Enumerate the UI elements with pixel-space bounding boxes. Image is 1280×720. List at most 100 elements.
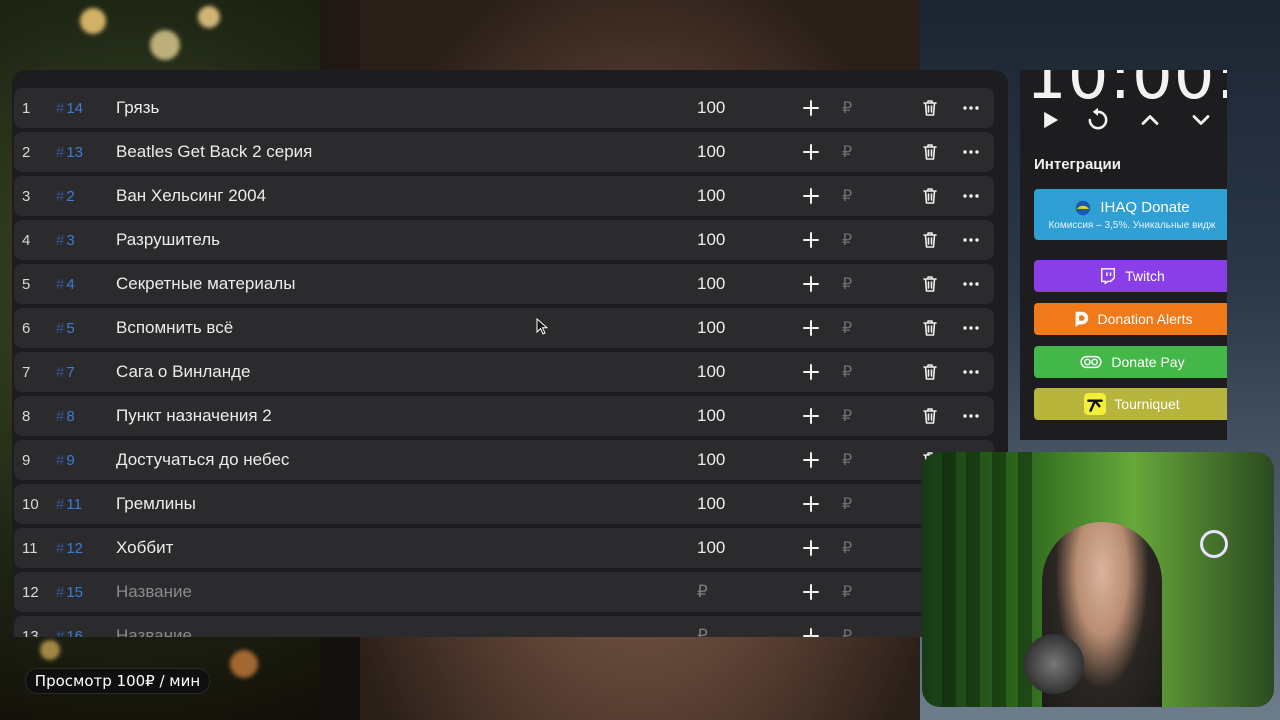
row-title[interactable]: Вспомнить всё: [116, 318, 676, 338]
row-amount[interactable]: 100: [697, 274, 747, 294]
row-amount[interactable]: 100: [697, 406, 747, 426]
queue-row[interactable]: 11 #12 Хоббит 100 ₽: [14, 528, 994, 568]
add-amount-icon[interactable]: [801, 626, 821, 637]
row-amount[interactable]: 100: [697, 494, 747, 514]
row-amount[interactable]: 100: [697, 230, 747, 250]
row-title[interactable]: Пункт назначения 2: [116, 406, 676, 426]
add-amount-icon[interactable]: [801, 582, 821, 602]
trash-icon[interactable]: [920, 362, 940, 382]
row-id[interactable]: #7: [56, 364, 106, 381]
row-amount[interactable]: 100: [697, 318, 747, 338]
row-title[interactable]: Ван Хельсинг 2004: [116, 186, 676, 206]
queue-row[interactable]: 1 #14 Грязь 100 ₽: [14, 88, 994, 128]
row-title[interactable]: Хоббит: [116, 538, 676, 558]
row-position: 12: [22, 583, 39, 601]
trash-icon[interactable]: [920, 274, 940, 294]
microphone: [1024, 634, 1084, 694]
more-options-icon[interactable]: [961, 362, 981, 382]
row-title[interactable]: Секретные материалы: [116, 274, 676, 294]
add-amount-icon[interactable]: [801, 318, 821, 338]
row-position: 1: [22, 99, 31, 117]
row-amount[interactable]: 100: [697, 450, 747, 470]
queue-row[interactable]: 8 #8 Пункт назначения 2 100 ₽: [14, 396, 994, 436]
row-amount[interactable]: 100: [697, 538, 747, 558]
row-id[interactable]: #3: [56, 232, 106, 249]
row-title[interactable]: Beatles Get Back 2 серия: [116, 142, 676, 162]
queue-row[interactable]: 6 #5 Вспомнить всё 100 ₽: [14, 308, 994, 348]
more-options-icon[interactable]: [961, 406, 981, 426]
row-id[interactable]: #13: [56, 144, 106, 161]
row-id[interactable]: #11: [56, 496, 106, 513]
queue-row[interactable]: 4 #3 Разрушитель 100 ₽: [14, 220, 994, 260]
ihaq-donate-button[interactable]: IHAQ Donate Комиссия – 3,5%. Уникальные …: [1034, 189, 1227, 240]
row-title[interactable]: Грязь: [116, 98, 676, 118]
add-amount-icon[interactable]: [801, 494, 821, 514]
row-title[interactable]: Разрушитель: [116, 230, 676, 250]
trash-icon[interactable]: [920, 406, 940, 426]
add-amount-icon[interactable]: [801, 450, 821, 470]
reset-icon[interactable]: [1084, 106, 1112, 134]
add-amount-icon[interactable]: [801, 274, 821, 294]
more-options-icon[interactable]: [961, 230, 981, 250]
row-amount[interactable]: 100: [697, 186, 747, 206]
row-amount[interactable]: 100: [697, 362, 747, 382]
queue-row[interactable]: 7 #7 Сага о Винланде 100 ₽: [14, 352, 994, 392]
row-position: 9: [22, 451, 31, 469]
queue-row[interactable]: 9 #9 Достучаться до небес 100 ₽: [14, 440, 994, 480]
hash-symbol: #: [56, 143, 65, 161]
row-title[interactable]: Сага о Винланде: [116, 362, 676, 382]
more-options-icon[interactable]: [961, 142, 981, 162]
more-options-icon[interactable]: [961, 274, 981, 294]
queue-row[interactable]: 10 #11 Гремлины 100 ₽: [14, 484, 994, 524]
row-id[interactable]: #2: [56, 188, 106, 205]
row-id[interactable]: #15: [56, 584, 106, 601]
row-position: 3: [22, 187, 31, 205]
chevron-down-icon[interactable]: [1187, 106, 1215, 134]
add-amount-icon[interactable]: [801, 362, 821, 382]
row-title[interactable]: Достучаться до небес: [116, 450, 676, 470]
donate-pay-button[interactable]: Donate Pay: [1034, 346, 1227, 378]
row-position: 4: [22, 231, 31, 249]
row-id[interactable]: #14: [56, 100, 106, 117]
row-title[interactable]: Название: [116, 582, 676, 602]
row-id[interactable]: #9: [56, 452, 106, 469]
add-amount-icon[interactable]: [801, 98, 821, 118]
queue-row[interactable]: 2 #13 Beatles Get Back 2 серия 100 ₽: [14, 132, 994, 172]
queue-row[interactable]: 13 #16 Название ₽ ₽: [14, 616, 994, 637]
add-amount-icon[interactable]: [801, 230, 821, 250]
row-amount[interactable]: 100: [697, 98, 747, 118]
trash-icon[interactable]: [920, 318, 940, 338]
trash-icon[interactable]: [920, 142, 940, 162]
twitch-button[interactable]: Twitch: [1034, 260, 1227, 292]
more-options-icon[interactable]: [961, 186, 981, 206]
trash-icon[interactable]: [920, 230, 940, 250]
donation-alerts-button[interactable]: Donation Alerts: [1034, 303, 1227, 335]
play-icon[interactable]: [1036, 106, 1064, 134]
row-amount[interactable]: 100: [697, 142, 747, 162]
queue-row[interactable]: 5 #4 Секретные материалы 100 ₽: [14, 264, 994, 304]
row-title[interactable]: Гремлины: [116, 494, 676, 514]
row-amount[interactable]: ₽: [697, 626, 747, 637]
add-amount-icon[interactable]: [801, 142, 821, 162]
currency-symbol: ₽: [842, 276, 853, 293]
queue-row[interactable]: 12 #15 Название ₽ ₽: [14, 572, 994, 612]
add-amount-icon[interactable]: [801, 406, 821, 426]
more-options-icon[interactable]: [961, 318, 981, 338]
hash-symbol: #: [56, 275, 65, 293]
trash-icon[interactable]: [920, 98, 940, 118]
chevron-up-icon[interactable]: [1136, 106, 1164, 134]
row-amount[interactable]: ₽: [697, 582, 747, 602]
add-amount-icon[interactable]: [801, 186, 821, 206]
row-id[interactable]: #12: [56, 540, 106, 557]
tourniquet-button[interactable]: Tourniquet: [1034, 388, 1227, 420]
trash-icon[interactable]: [920, 186, 940, 206]
hash-symbol: #: [56, 319, 65, 337]
row-id[interactable]: #4: [56, 276, 106, 293]
queue-row[interactable]: 3 #2 Ван Хельсинг 2004 100 ₽: [14, 176, 994, 216]
row-id[interactable]: #8: [56, 408, 106, 425]
row-id[interactable]: #5: [56, 320, 106, 337]
add-amount-icon[interactable]: [801, 538, 821, 558]
row-title[interactable]: Название: [116, 626, 676, 637]
more-options-icon[interactable]: [961, 98, 981, 118]
row-id[interactable]: #16: [56, 628, 106, 638]
